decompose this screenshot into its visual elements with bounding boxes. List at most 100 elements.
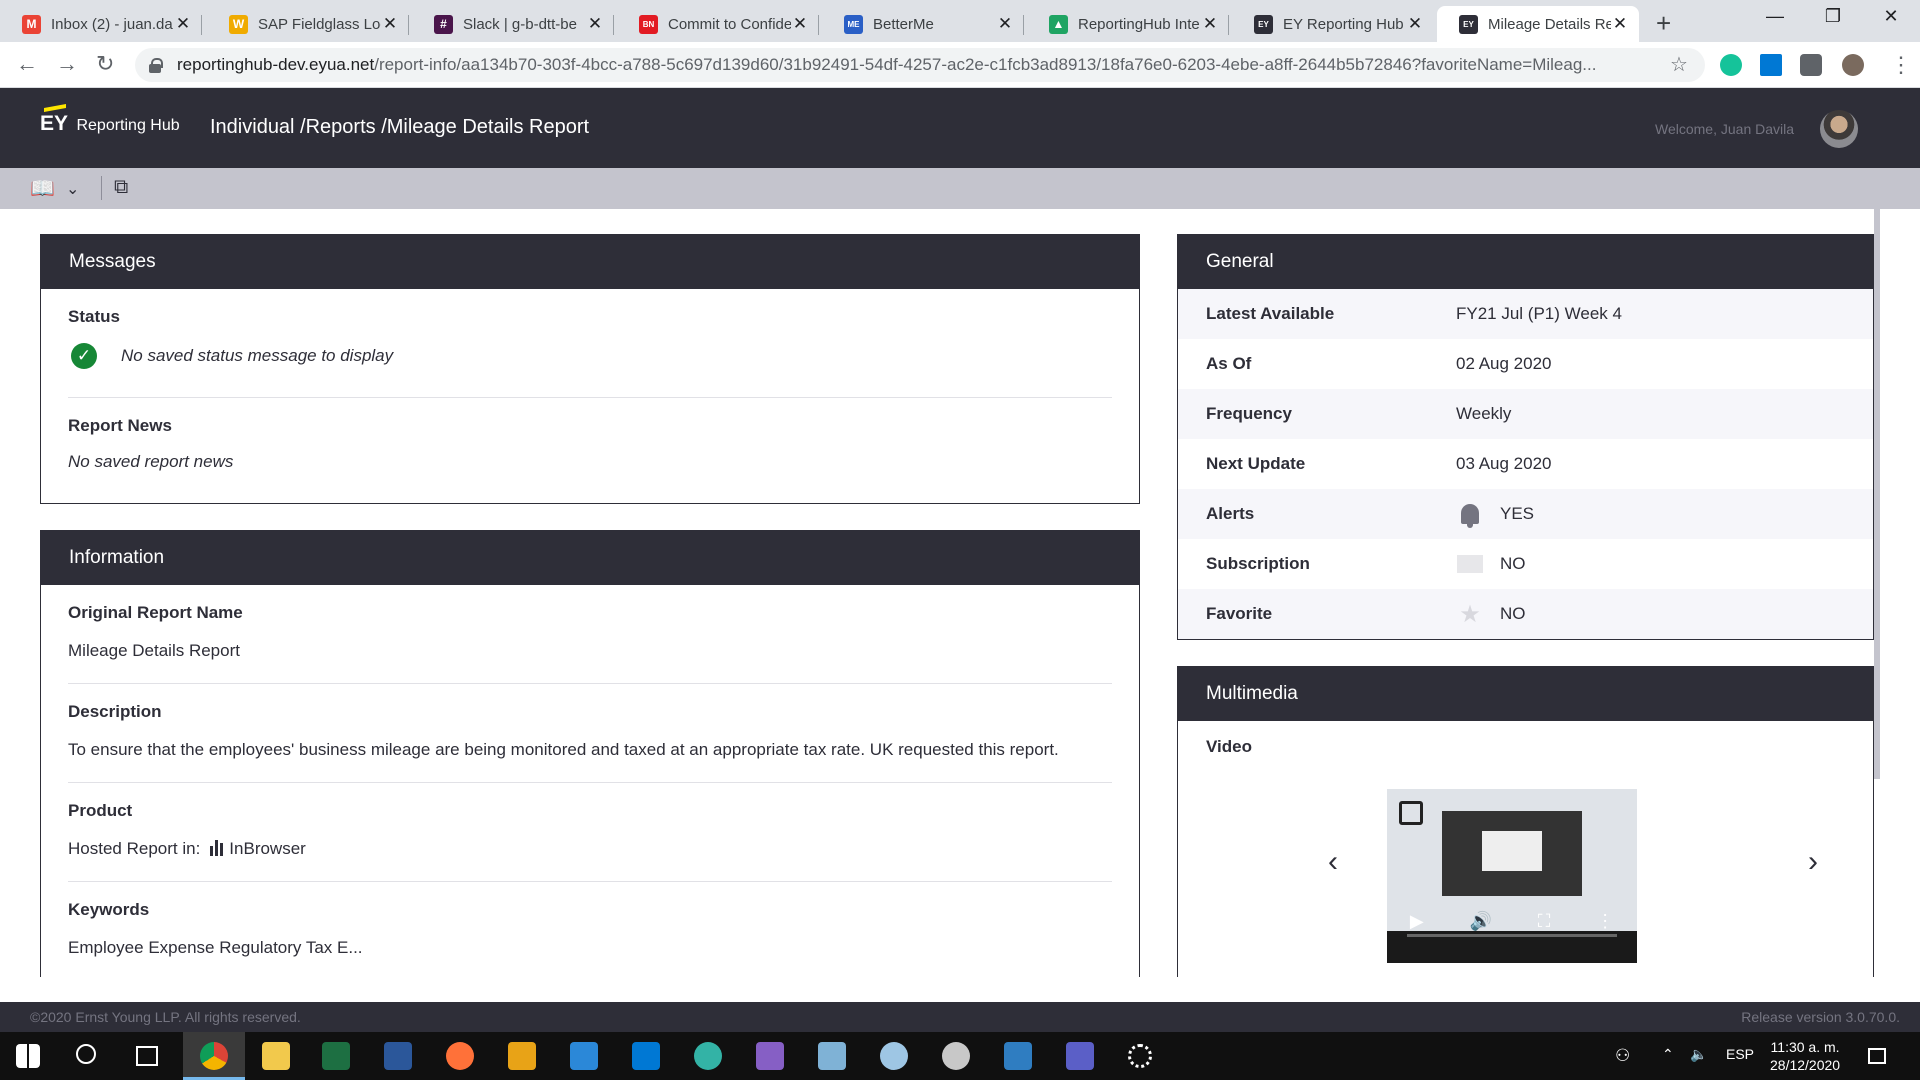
back-icon[interactable]: ←: [16, 51, 38, 77]
dev-tool-icon[interactable]: [1004, 1042, 1032, 1070]
general-row-label: Frequency: [1206, 404, 1292, 423]
firefox-icon[interactable]: [446, 1042, 474, 1070]
bell-icon[interactable]: [1461, 504, 1479, 528]
browser-tab[interactable]: ▲ ReportingHub Inte ✕: [1027, 6, 1229, 42]
close-tab-icon[interactable]: ✕: [1406, 14, 1424, 34]
general-row-value-wrap[interactable]: YES: [1456, 504, 1535, 528]
information-title: Information: [41, 531, 1139, 585]
mail-icon[interactable]: [1457, 555, 1483, 573]
volume-icon[interactable]: 🔊: [1470, 911, 1492, 932]
excel-icon[interactable]: [322, 1042, 350, 1070]
close-tab-icon[interactable]: ✕: [381, 14, 399, 34]
grammarly-icon[interactable]: [1720, 54, 1742, 76]
people-icon[interactable]: ⚇: [1615, 1046, 1630, 1066]
notifications-icon[interactable]: [1868, 1048, 1886, 1064]
tab-title: Slack | g-b-dtt-be: [463, 15, 577, 33]
product-label: Product: [68, 801, 133, 820]
tab-title: Commit to Confide: [668, 15, 791, 33]
taskbar-clock[interactable]: 11:30 a. m. 28/12/2020: [1770, 1038, 1840, 1074]
ssms-icon[interactable]: [942, 1042, 970, 1070]
fullscreen-icon[interactable]: [1399, 801, 1423, 825]
open-external-icon[interactable]: ⧉: [114, 176, 128, 199]
close-tab-icon[interactable]: ✕: [174, 14, 192, 34]
play-icon[interactable]: ▶: [1410, 911, 1424, 932]
chrome-icon[interactable]: [200, 1042, 228, 1070]
azure-data-studio-icon[interactable]: [818, 1042, 846, 1070]
more-options-icon[interactable]: ⋮: [1596, 911, 1614, 932]
carousel-next-icon[interactable]: ›: [1808, 845, 1818, 879]
bnsk-icon: BN: [639, 14, 658, 34]
expand-icon[interactable]: ⛶: [1538, 911, 1551, 932]
close-tab-icon[interactable]: ✕: [1201, 14, 1219, 34]
extensions-puzzle-icon[interactable]: [1800, 54, 1822, 76]
browser-tab[interactable]: M Inbox (2) - juan.da ✕: [0, 6, 202, 42]
forward-icon[interactable]: →: [56, 51, 78, 77]
vscode-icon[interactable]: [632, 1042, 660, 1070]
close-tab-icon[interactable]: ✕: [791, 14, 809, 34]
browser-tab[interactable]: EY Mileage Details Re ✕: [1437, 6, 1639, 42]
close-tab-icon[interactable]: ✕: [996, 14, 1014, 34]
windows-start-icon[interactable]: [16, 1044, 40, 1068]
tab-separator: [1023, 15, 1024, 35]
video-progress-bar[interactable]: [1407, 934, 1617, 937]
general-row-label: Latest Available: [1206, 304, 1335, 323]
browser-tab[interactable]: EY EY Reporting Hub ✕: [1232, 6, 1434, 42]
ey-icon: EY: [1459, 14, 1478, 34]
clock-date: 28/12/2020: [1770, 1057, 1841, 1073]
settings-gear-icon[interactable]: [1128, 1044, 1152, 1068]
windows-extension-icon[interactable]: [1760, 54, 1782, 76]
star-icon[interactable]: ★: [1459, 600, 1481, 629]
teams-icon[interactable]: [1066, 1042, 1094, 1070]
general-row-value: YES: [1500, 504, 1535, 523]
general-panel: General Latest Available FY21 Jul (P1) We…: [1177, 234, 1874, 640]
book-icon[interactable]: 📖: [30, 176, 55, 201]
new-tab-button[interactable]: +: [1656, 8, 1671, 39]
snip-tool-icon[interactable]: [508, 1042, 536, 1070]
close-tab-icon[interactable]: ✕: [586, 14, 604, 34]
profile-avatar[interactable]: [1842, 54, 1864, 76]
speaker-icon[interactable]: 🔈: [1690, 1046, 1707, 1063]
remote-desktop-icon[interactable]: [570, 1042, 598, 1070]
minimize-button[interactable]: —: [1745, 6, 1805, 27]
paint-icon[interactable]: [880, 1042, 908, 1070]
chevron-down-icon[interactable]: ⌄: [66, 179, 79, 199]
close-window-button[interactable]: ✕: [1861, 6, 1920, 27]
language-indicator[interactable]: ESP: [1726, 1046, 1754, 1062]
description-label: Description: [68, 702, 162, 721]
bookmark-star-icon[interactable]: ☆: [1670, 52, 1688, 77]
browser-tab[interactable]: # Slack | g-b-dtt-be ✕: [412, 6, 614, 42]
release-version: Release version 3.0.70.0.: [1741, 1009, 1900, 1025]
general-row-value-wrap: 03 Aug 2020: [1456, 454, 1551, 474]
tray-chevron-icon[interactable]: ⌃: [1662, 1046, 1674, 1063]
page-scrollbar[interactable]: [1874, 209, 1880, 779]
task-view-icon[interactable]: [136, 1046, 158, 1066]
word-icon[interactable]: [384, 1042, 412, 1070]
browser-tab[interactable]: W SAP Fieldglass Log ✕: [207, 6, 409, 42]
ey-reporting-hub-logo[interactable]: EY Reporting Hub: [40, 112, 180, 136]
browser-menu-icon[interactable]: ⋮: [1890, 52, 1912, 78]
general-row-value-wrap[interactable]: NO: [1456, 554, 1526, 574]
file-explorer-icon[interactable]: [262, 1042, 290, 1070]
report-info-content: Messages Status ✓ No saved status messag…: [0, 209, 1920, 977]
address-bar[interactable]: reportinghub-dev.eyua.net/report-info/aa…: [135, 48, 1705, 82]
edge-icon[interactable]: [694, 1042, 722, 1070]
general-row: Subscription NO: [1178, 539, 1873, 589]
video-player[interactable]: ▶ 🔊 ⛶ ⋮: [1387, 789, 1637, 963]
general-row: Next Update 03 Aug 2020: [1178, 439, 1873, 489]
carousel-prev-icon[interactable]: ‹: [1328, 845, 1338, 879]
tab-title: Mileage Details Re: [1488, 15, 1611, 33]
close-tab-icon[interactable]: ✕: [1611, 14, 1629, 34]
general-row-value: 02 Aug 2020: [1456, 354, 1552, 373]
browser-tab[interactable]: ME BetterMe ✕: [822, 6, 1024, 42]
search-icon[interactable]: [76, 1044, 96, 1064]
general-row-value-wrap[interactable]: ★ NO: [1456, 600, 1525, 629]
general-row: As Of 02 Aug 2020: [1178, 339, 1873, 389]
visual-studio-icon[interactable]: [756, 1042, 784, 1070]
original-name-section: Original Report Name Mileage Details Rep…: [68, 585, 1112, 684]
restore-button[interactable]: ❐: [1803, 6, 1863, 27]
tab-separator: [1228, 15, 1229, 35]
report-news-section: Report News No saved report news: [68, 398, 1112, 494]
browser-tab[interactable]: BN Commit to Confide ✕: [617, 6, 819, 42]
reload-icon[interactable]: ↻: [96, 51, 114, 77]
user-avatar[interactable]: [1820, 110, 1858, 148]
